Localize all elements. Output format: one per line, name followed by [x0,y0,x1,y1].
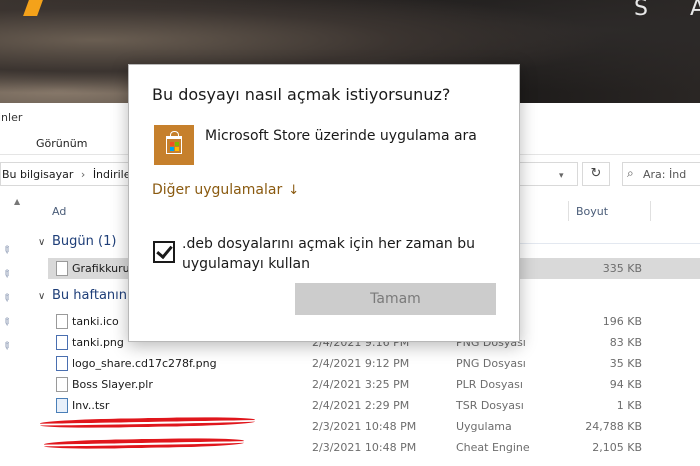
other-apps-label: Diğer uygulamalar [152,182,283,198]
file-name: Grafikkuru [72,262,130,275]
file-size: 24,788 KB [585,420,642,433]
breadcrumb-separator: › [80,168,86,181]
file-icon [56,314,68,329]
group-header-today[interactable]: ∨ Bugün (1) [38,234,116,249]
file-icon [56,261,68,276]
address-history-chevron-icon[interactable]: ▾ [559,171,564,181]
ms-logo-green [175,142,179,146]
file-name: logo_share.cd17c278f.png [72,357,217,370]
file-size: 35 KB [609,357,642,370]
ms-logo-red [170,142,174,146]
pin-icon[interactable]: ✎ [0,316,13,330]
column-header-name[interactable]: Ad [52,205,66,218]
file-date: 2/3/2021 10:48 PM [312,441,417,454]
file-name: tanki.ico [72,315,119,328]
navigation-pane: ▲ ✎ ✎ ✎ ✎ ✎ [0,193,30,466]
always-use-label[interactable]: .deb dosyalarını açmak için her zaman bu… [182,234,482,274]
file-date: 2/4/2021 3:25 PM [312,378,410,391]
scroll-up-arrow-icon[interactable]: ▲ [14,197,20,206]
group-label: Bu haftanın [52,288,127,303]
file-name: Inv..tsr [72,399,110,412]
file-type: PNG Dosyası [456,357,526,370]
refresh-button[interactable]: ↻ [582,162,610,186]
wallpaper-letter-s: S [634,0,650,21]
always-use-checkbox[interactable] [153,241,175,263]
file-icon [56,398,68,413]
tab-view[interactable]: Görünüm [36,137,87,150]
arrow-down-icon: ↓ [288,183,300,198]
column-header-size[interactable]: Boyut [576,205,608,218]
pin-icon[interactable]: ✎ [0,268,13,282]
chevron-down-icon: ∨ [38,237,46,248]
image-file-icon [56,335,68,350]
file-type: TSR Dosyası [456,399,524,412]
file-name: tanki.png [72,336,124,349]
pin-icon[interactable]: ✎ [0,340,13,354]
search-input[interactable]: ⌕ Ara: İnd [622,162,700,186]
ms-logo-yellow [175,147,179,151]
open-with-dialog: Bu dosyayı nasıl açmak istiyorsunuz? Mic… [128,64,520,342]
file-size: 2,105 KB [592,441,642,454]
shopping-bag-icon [166,131,182,154]
file-date: 2/4/2021 9:12 PM [312,357,410,370]
table-row[interactable]: Boss Slayer.plr 2/4/2021 3:25 PM PLR Dos… [48,374,700,395]
ms-logo-blue [170,147,174,151]
file-size: 1 KB [616,399,642,412]
table-row[interactable]: Inv..tsr 2/4/2021 2:29 PM TSR Dosyası 1 … [48,395,700,416]
dialog-title: Bu dosyayı nasıl açmak istiyorsunuz? [152,85,451,104]
table-row[interactable]: logo_share.cd17c278f.png 2/4/2021 9:12 P… [48,353,700,374]
file-type: PLR Dosyası [456,378,523,391]
file-size: 94 KB [609,378,642,391]
wallpaper-accent-shape [23,0,43,16]
group-header-this-week[interactable]: ∨ Bu haftanın [38,288,127,303]
pin-icon[interactable]: ✎ [0,244,13,258]
pin-icon[interactable]: ✎ [0,292,13,306]
group-label: Bugün (1) [52,234,117,249]
other-apps-link[interactable]: Diğer uygulamalar ↓ [152,182,299,198]
file-size: 196 KB [602,315,642,328]
search-placeholder: Ara: İnd [643,168,687,181]
column-divider[interactable] [650,201,651,221]
file-type: Cheat Engine [456,441,530,454]
microsoft-store-icon[interactable] [154,125,194,165]
file-size: 335 KB [602,262,642,275]
chevron-down-icon: ∨ [38,291,46,302]
window-title: inler [0,111,23,124]
file-size: 83 KB [609,336,642,349]
store-option-label[interactable]: Microsoft Store üzerinde uygulama ara [205,128,477,144]
file-icon [56,377,68,392]
file-name: Boss Slayer.plr [72,378,153,391]
breadcrumb: Bu bilgisayar › İndirilen [2,168,137,181]
file-type: Uygulama [456,420,512,433]
ok-button[interactable]: Tamam [295,283,496,315]
refresh-icon: ↻ [590,166,602,181]
breadcrumb-this-pc[interactable]: Bu bilgisayar [2,168,73,181]
wallpaper-letter-a: A [690,0,700,21]
column-divider[interactable] [568,201,569,221]
image-file-icon [56,356,68,371]
file-date: 2/3/2021 10:48 PM [312,420,417,433]
file-date: 2/4/2021 2:29 PM [312,399,410,412]
search-icon: ⌕ [627,166,634,180]
